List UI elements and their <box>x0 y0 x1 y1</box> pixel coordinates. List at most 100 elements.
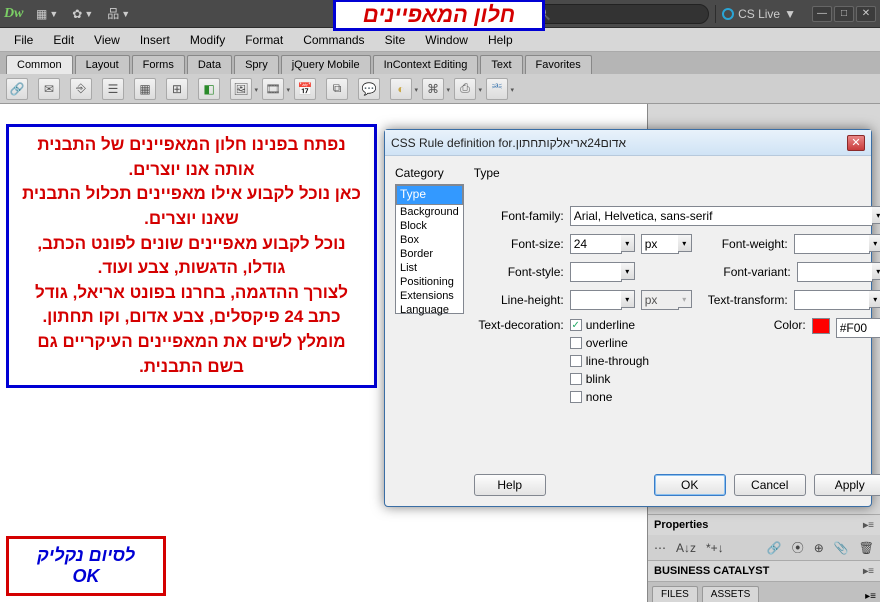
category-background[interactable]: Background <box>396 205 463 219</box>
tab-assets[interactable]: ASSETS <box>702 586 759 602</box>
annotation-block: נפתח בפנינו חלון המאפיינים של התבנית אות… <box>6 124 377 388</box>
chevron-down-icon[interactable]: ▾ <box>869 234 880 252</box>
tab-incontext-editing[interactable]: InContext Editing <box>373 55 479 74</box>
tag-icon[interactable]: ⋯ <box>654 541 666 555</box>
link-icon[interactable]: 🔗 <box>767 541 782 555</box>
workspace-menu[interactable]: ✿▼ <box>68 5 97 23</box>
font-variant-select[interactable] <box>797 262 873 282</box>
chevron-down-icon[interactable]: ▾ <box>869 290 880 308</box>
ok-button[interactable]: OK <box>654 474 726 496</box>
named-anchor-tool[interactable]: ⎆ <box>70 78 92 100</box>
trash-icon[interactable]: 🗑 <box>859 541 874 555</box>
underline-checkbox[interactable]: ✓underline <box>570 318 649 332</box>
new-rule-icon[interactable]: ⊕ <box>814 541 824 555</box>
attach-icon[interactable]: 📎 <box>834 541 849 555</box>
tab-jquery-mobile[interactable]: jQuery Mobile <box>281 55 371 74</box>
chevron-down-icon[interactable]: ▾ <box>678 234 692 252</box>
menu-file[interactable]: File <box>4 30 43 50</box>
email-link-tool[interactable]: ✉ <box>38 78 60 100</box>
blink-checkbox[interactable]: blink <box>570 372 649 386</box>
category-block[interactable]: Block <box>396 219 463 233</box>
font-family-select[interactable] <box>570 206 873 226</box>
category-language[interactable]: Language <box>396 303 463 317</box>
category-list[interactable]: Type Background Block Box Border List Po… <box>395 184 464 314</box>
tab-layout[interactable]: Layout <box>75 55 130 74</box>
chevron-down-icon[interactable]: ▾ <box>621 234 635 252</box>
category-border[interactable]: Border <box>396 247 463 261</box>
annotation-ok: לסיום נקליק OK <box>6 536 166 596</box>
hyperlink-tool[interactable]: 🔗 <box>6 78 28 100</box>
font-size-unit[interactable] <box>641 234 679 254</box>
text-transform-select[interactable] <box>794 290 870 310</box>
hr-tool[interactable]: ☰ <box>102 78 124 100</box>
window-minimize-button[interactable]: — <box>812 6 832 22</box>
window-close-button[interactable]: ✕ <box>856 6 876 22</box>
ssi-tool[interactable]: ⧉ <box>326 78 348 100</box>
dialog-titlebar[interactable]: CSS Rule definition for .אדום24אריאלקותח… <box>385 130 871 156</box>
help-button[interactable]: Help <box>474 474 546 496</box>
menu-window[interactable]: Window <box>415 30 478 50</box>
div-tool[interactable]: ⊞ <box>166 78 188 100</box>
apply-button[interactable]: Apply <box>814 474 880 496</box>
window-restore-button[interactable]: □ <box>834 6 854 22</box>
tab-text[interactable]: Text <box>480 55 522 74</box>
az-sort-icon[interactable]: A↓z <box>676 541 696 555</box>
chevron-down-icon[interactable]: ▾ <box>872 206 880 224</box>
tab-favorites[interactable]: Favorites <box>525 55 592 74</box>
panel-collapse-icon[interactable]: ▸≡ <box>863 566 874 577</box>
table-tool[interactable]: ▦ <box>134 78 156 100</box>
menu-edit[interactable]: Edit <box>43 30 84 50</box>
css-rule-dialog: CSS Rule definition for .אדום24אריאלקותח… <box>384 129 872 507</box>
tab-data[interactable]: Data <box>187 55 232 74</box>
templates-tool[interactable]: ⎙▾ <box>454 78 476 100</box>
date-tool[interactable]: 📅 <box>294 78 316 100</box>
media-tool[interactable]: 🎞▾ <box>262 78 284 100</box>
search-input[interactable]: 🔍 <box>529 4 709 24</box>
app-logo: Dw <box>4 6 26 22</box>
extend-menu[interactable]: 品▼ <box>103 3 134 24</box>
panel-menu-icon[interactable]: ▸≡ <box>865 591 876 602</box>
script-tool[interactable]: ⌘▾ <box>422 78 444 100</box>
chevron-down-icon[interactable]: ▾ <box>621 262 635 280</box>
category-list[interactable]: List <box>396 261 463 275</box>
font-style-select[interactable] <box>570 262 622 282</box>
image-tool[interactable]: 🖼▾ <box>230 78 252 100</box>
comment-tool[interactable]: 💬 <box>358 78 380 100</box>
category-positioning[interactable]: Positioning <box>396 275 463 289</box>
line-height-input[interactable] <box>570 290 622 310</box>
menu-modify[interactable]: Modify <box>180 30 235 50</box>
menu-insert[interactable]: Insert <box>130 30 180 50</box>
none-checkbox[interactable]: none <box>570 390 649 404</box>
category-extensions[interactable]: Extensions <box>396 289 463 303</box>
cancel-button[interactable]: Cancel <box>734 474 806 496</box>
category-type[interactable]: Type <box>396 185 463 205</box>
layout-menu[interactable]: ▦▼ <box>32 5 62 23</box>
cslive-button[interactable]: CS Live ▼ <box>715 5 802 23</box>
tab-forms[interactable]: Forms <box>132 55 185 74</box>
overline-checkbox[interactable]: overline <box>570 336 649 350</box>
tab-spry[interactable]: Spry <box>234 55 279 74</box>
menu-help[interactable]: Help <box>478 30 523 50</box>
chevron-down-icon[interactable]: ▾ <box>621 290 635 308</box>
widget-tool[interactable]: ◧ <box>198 78 220 100</box>
chevron-down-icon[interactable]: ▾ <box>872 262 880 280</box>
filter-icon[interactable]: *+↓ <box>706 541 724 555</box>
menu-format[interactable]: Format <box>235 30 293 50</box>
tab-common[interactable]: Common <box>6 55 73 74</box>
menu-site[interactable]: Site <box>375 30 416 50</box>
tag-chooser-tool[interactable]: ⎃▾ <box>486 78 508 100</box>
font-size-input[interactable] <box>570 234 622 254</box>
head-tool[interactable]: ◐▾ <box>390 78 412 100</box>
color-swatch[interactable] <box>812 318 830 334</box>
line-through-checkbox[interactable]: line-through <box>570 354 649 368</box>
category-box[interactable]: Box <box>396 233 463 247</box>
tab-files[interactable]: FILES <box>652 586 698 602</box>
menu-view[interactable]: View <box>84 30 130 50</box>
options-icon[interactable]: ⦿ <box>792 539 804 556</box>
font-weight-select[interactable] <box>794 234 870 254</box>
panel-menu-icon[interactable]: ▸≡ <box>863 520 874 531</box>
dialog-close-button[interactable]: ✕ <box>847 135 865 151</box>
menu-commands[interactable]: Commands <box>293 30 374 50</box>
color-input[interactable] <box>836 318 880 338</box>
business-catalyst-panel: BUSINESS CATALYST ▸≡ <box>648 560 880 581</box>
